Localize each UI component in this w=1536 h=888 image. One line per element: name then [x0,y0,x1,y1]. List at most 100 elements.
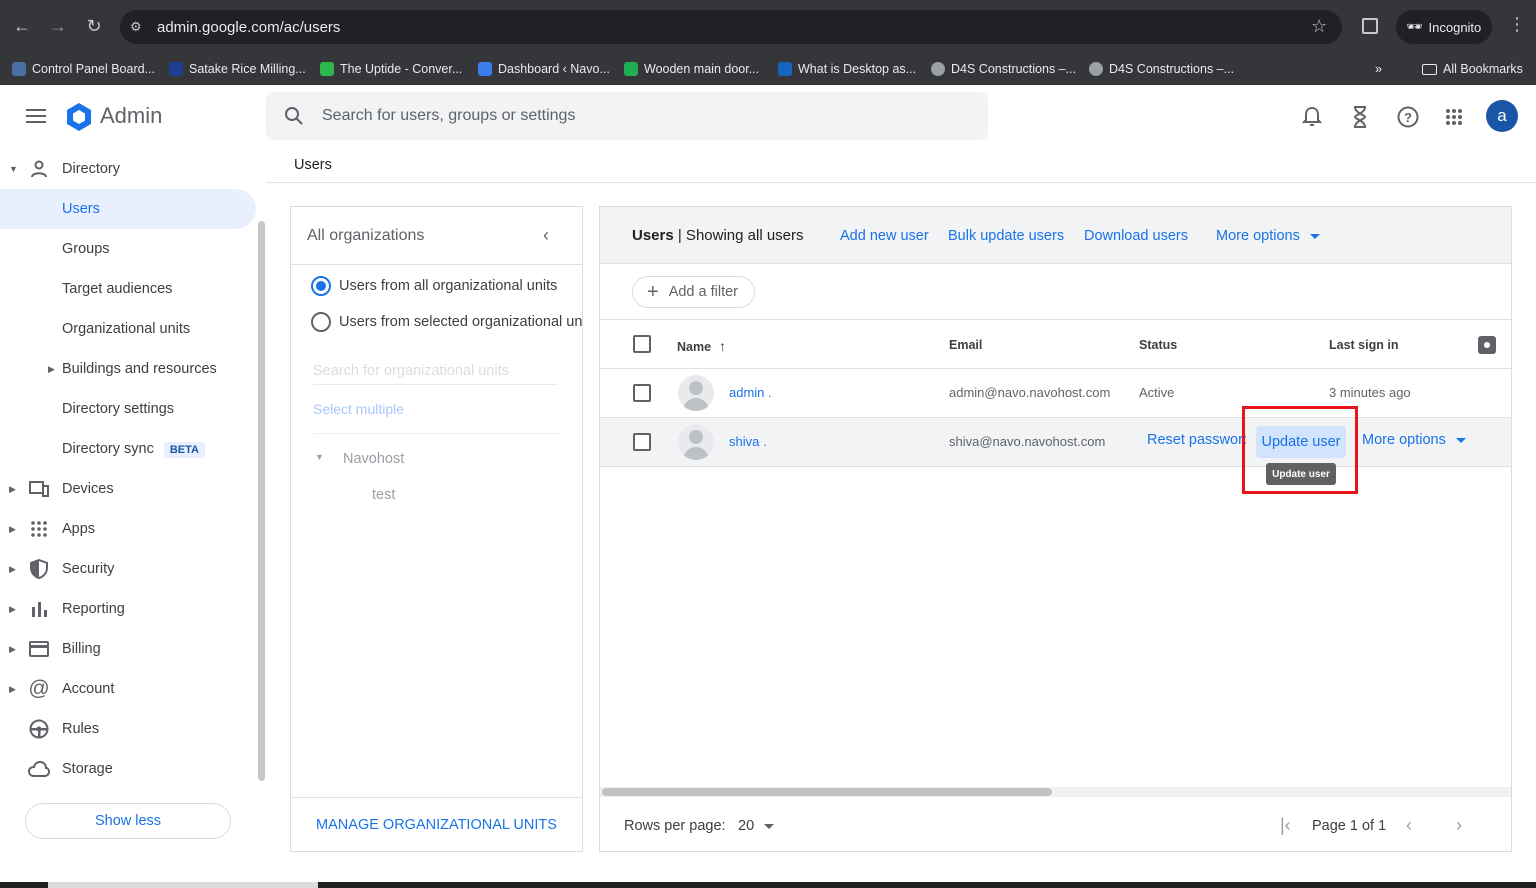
column-header-email[interactable]: Email [949,338,982,352]
download-users-button[interactable]: Download users [1084,228,1188,244]
tree-item-test[interactable]: test [372,487,395,503]
first-page-icon[interactable]: |‹ [1280,815,1291,836]
back-icon[interactable]: ← [10,14,34,38]
select-all-checkbox[interactable] [633,335,651,353]
star-icon[interactable]: ☆ [1311,16,1327,37]
row-more-options-menu[interactable]: More options [1362,432,1466,448]
bookmark-item[interactable]: The Uptide - Conver... [320,58,462,80]
bookmark-favicon-icon [624,62,638,76]
users-panel-title: Users | Showing all users [632,227,804,244]
steering-icon [28,718,50,740]
rows-per-page-select[interactable]: 20 [738,818,775,834]
account-avatar[interactable]: a [1486,100,1518,132]
main-menu-icon[interactable] [24,105,48,129]
app-title[interactable]: Admin [100,103,162,129]
user-last-sign-in: 3 minutes ago [1329,385,1411,400]
sidebar-item-groups[interactable]: Groups [0,229,256,269]
sidebar-item-billing[interactable]: ▶ Billing [0,629,256,669]
radio-all-org-units[interactable]: Users from all organizational units [311,275,557,297]
scrollbar-thumb[interactable] [602,788,1052,796]
incognito-badge[interactable]: 🕶 Incognito [1396,10,1492,44]
notifications-bell-icon[interactable] [1300,105,1324,129]
show-less-button[interactable]: Show less [25,803,231,839]
sidebar-item-devices[interactable]: ▶ Devices [0,469,256,509]
tree-item-navohost[interactable]: Navohost [343,451,404,467]
manage-org-units-button[interactable]: MANAGE ORGANIZATIONAL UNITS [291,797,582,851]
add-new-user-button[interactable]: Add new user [840,228,929,244]
divider [313,433,561,434]
next-page-icon[interactable]: › [1456,815,1462,836]
global-search[interactable] [266,92,988,140]
previous-page-icon[interactable]: ‹ [1406,815,1412,836]
org-unit-search-input[interactable] [313,357,557,385]
admin-logo-icon[interactable] [64,102,94,132]
sidebar-scrollbar[interactable] [258,221,265,781]
more-options-menu[interactable]: More options [1216,228,1320,244]
user-name-link[interactable]: admin . [729,385,772,400]
expand-arrow-icon: ▶ [9,523,16,534]
sidebar-item-directory-sync[interactable]: Directory sync BETA [0,429,256,469]
breadcrumb-users[interactable]: Users [294,157,332,173]
taskbar-strip [0,882,1536,888]
reset-password-button[interactable]: Reset password [1147,432,1246,448]
radio-selected-icon[interactable] [311,276,331,296]
expand-arrow-icon: ▶ [9,483,16,494]
radio-unselected-icon[interactable] [311,312,331,332]
add-filter-button[interactable]: + Add a filter [632,276,755,308]
all-bookmarks[interactable]: All Bookmarks [1422,58,1523,80]
sidebar-item-apps[interactable]: ▶ Apps [0,509,256,549]
sidebar-item-organizational-units[interactable]: Organizational units [0,309,256,349]
bookmark-item[interactable]: Wooden main door... [624,58,759,80]
bookmark-item[interactable]: Satake Rice Milling... [169,58,306,80]
bookmark-item[interactable]: Dashboard ‹ Navo... [478,58,610,80]
row-checkbox[interactable] [633,384,651,402]
help-icon[interactable]: ? [1396,105,1420,129]
bookmark-item[interactable]: Control Panel Board... [12,58,155,80]
reload-icon[interactable]: ↻ [82,14,106,38]
bookmarks-overflow-icon[interactable]: » [1375,58,1382,80]
sidebar-item-storage[interactable]: Storage [0,749,256,789]
search-input[interactable] [322,92,962,140]
sidebar-item-users[interactable]: Users [0,189,256,229]
bookmark-item[interactable]: What is Desktop as... [778,58,916,80]
sidebar-item-security[interactable]: ▶ Security [0,549,256,589]
credit-card-icon [28,638,50,660]
sidebar-item-rules[interactable]: Rules [0,709,256,749]
side-panel-icon[interactable] [1362,18,1378,34]
menu-kebab-icon[interactable]: ⋮ [1508,14,1526,35]
hourglass-tasks-icon[interactable] [1348,105,1372,129]
cloud-icon [28,758,50,780]
sort-ascending-icon[interactable]: ↑ [719,338,726,354]
bulk-update-users-button[interactable]: Bulk update users [948,228,1064,244]
table-row[interactable]: admin . admin@navo.navohost.com Active 3… [600,369,1511,418]
sidebar-item-target-audiences[interactable]: Target audiences [0,269,256,309]
column-header-last-sign-in[interactable]: Last sign in [1329,338,1398,352]
column-header-name[interactable]: Name ↑ [677,338,726,354]
row-checkbox[interactable] [633,433,651,451]
tree-expand-icon[interactable]: ▼ [315,452,324,462]
table-row[interactable]: shiva . shiva@navo.navohost.com Reset pa… [600,418,1511,467]
column-header-status[interactable]: Status [1139,338,1177,352]
sidebar-item-directory[interactable]: ▼ Directory [0,149,256,189]
apps-grid-icon[interactable] [1442,105,1466,129]
address-bar[interactable]: ⚙ admin.google.com/ac/users ☆ [120,10,1342,44]
breadcrumb: Users [266,149,1536,183]
highlight-box [1242,406,1358,494]
horizontal-scrollbar[interactable] [600,787,1511,797]
column-settings-icon[interactable] [1478,336,1496,354]
radio-selected-org-units[interactable]: Users from selected organizational un [311,311,582,333]
sidebar-item-buildings-and-resources[interactable]: ▶ Buildings and resources [0,349,256,389]
collapse-panel-icon[interactable]: ‹ [543,225,549,246]
user-name-link[interactable]: shiva . [729,434,767,449]
sidebar-item-directory-settings[interactable]: Directory settings [0,389,256,429]
user-email: admin@navo.navohost.com [949,385,1111,400]
sidebar-item-reporting[interactable]: ▶ Reporting [0,589,256,629]
dropdown-caret-icon [764,823,775,829]
page-indicator: Page 1 of 1 [1312,818,1387,834]
bookmark-item[interactable]: D4S Constructions –... [931,58,1076,80]
select-multiple-link[interactable]: Select multiple [313,401,404,417]
forward-icon[interactable]: → [46,14,70,38]
bookmark-item[interactable]: D4S Constructions –... [1089,58,1234,80]
sidebar-item-account[interactable]: ▶ @ Account [0,669,256,709]
site-info-icon[interactable]: ⚙ [130,19,142,35]
